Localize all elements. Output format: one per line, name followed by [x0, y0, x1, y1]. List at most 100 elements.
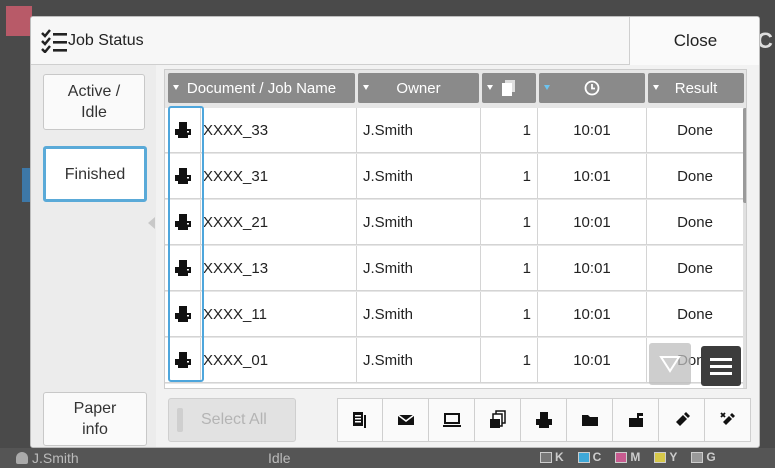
job-list-icon: [41, 29, 67, 53]
clock-icon: [584, 80, 600, 96]
ink-gauge-k: K: [540, 450, 564, 464]
table-header: Document / Job Name Owner Result: [165, 70, 746, 106]
machine-status: Idle: [268, 450, 291, 466]
job-result: Done: [677, 121, 713, 139]
mailbox-button[interactable]: [613, 398, 659, 442]
job-result: Done: [677, 213, 713, 231]
job-time: 10:01: [538, 246, 647, 290]
action-bar: [337, 398, 751, 442]
menu-button[interactable]: [701, 346, 741, 386]
tab-active-idle[interactable]: Active / Idle: [43, 74, 145, 130]
triangle-down-icon: [659, 356, 681, 373]
folder-icon: [581, 415, 598, 426]
print-copies-icon: [489, 410, 506, 428]
job-owner: J.Smith: [357, 292, 481, 336]
paper-info-button[interactable]: Paper info: [43, 392, 147, 446]
column-header-name[interactable]: Document / Job Name: [168, 73, 355, 103]
job-printer-icon: [165, 246, 201, 290]
job-copies: 1: [481, 200, 538, 244]
job-owner: J.Smith: [357, 338, 481, 382]
scroll-down-button[interactable]: [649, 343, 691, 385]
folder-button[interactable]: [567, 398, 613, 442]
job-result: Done: [677, 259, 713, 277]
menu-icon: [710, 357, 732, 361]
select-all-button[interactable]: Select All: [168, 398, 296, 442]
tab-finished[interactable]: Finished: [43, 146, 147, 202]
job-name: XXXX_13: [201, 246, 357, 290]
mailbox-icon: [628, 413, 643, 427]
job-time: 10:01: [538, 108, 647, 152]
usb-remove-button[interactable]: [705, 398, 751, 442]
tab-finished-label: Finished: [64, 165, 126, 183]
print-button[interactable]: [521, 398, 567, 442]
job-printer-icon: [165, 200, 201, 244]
pc-button[interactable]: [429, 398, 475, 442]
ink-gauge-m: M: [615, 450, 640, 464]
table-row[interactable]: XXXX_13 J.Smith 1 10:01 Done: [165, 246, 746, 291]
job-table: Document / Job Name Owner Result XXXX_33…: [164, 69, 747, 389]
ink-gauge-c: C: [577, 450, 601, 464]
job-copies: 1: [481, 292, 538, 336]
app-logo: [6, 6, 32, 36]
left-tab-panel: Active / Idle Finished Paper info: [31, 65, 156, 447]
job-copies: 1: [481, 338, 538, 382]
job-copies: 1: [481, 154, 538, 198]
table-row[interactable]: XXXX_31 J.Smith 1 10:01 Done: [165, 154, 746, 199]
job-time: 10:01: [538, 200, 647, 244]
ink-gauge-g: G: [691, 450, 716, 464]
ink-gauge-y: Y: [654, 450, 677, 464]
column-header-owner[interactable]: Owner: [358, 73, 479, 103]
job-name: XXXX_11: [201, 292, 357, 336]
usb-icon: [675, 412, 690, 426]
job-name: XXXX_21: [201, 200, 357, 244]
job-result: Done: [677, 305, 713, 323]
job-owner: J.Smith: [357, 108, 481, 152]
table-row[interactable]: XXXX_11 J.Smith 1 10:01 Done: [165, 292, 746, 337]
usb-button[interactable]: [659, 398, 705, 442]
select-indicator-icon: [177, 408, 183, 432]
close-button[interactable]: Close: [629, 17, 759, 65]
job-printer-icon: [165, 154, 201, 198]
status-user-name: J.Smith: [32, 450, 79, 466]
pc-icon: [442, 413, 461, 427]
job-time: 10:01: [538, 338, 647, 382]
job-owner: J.Smith: [357, 246, 481, 290]
job-name: XXXX_33: [201, 108, 357, 152]
job-copies: 1: [481, 108, 538, 152]
job-name: XXXX_01: [201, 338, 357, 382]
table-scrollbar[interactable]: [743, 108, 746, 388]
copy-button[interactable]: [337, 398, 383, 442]
table-row[interactable]: XXXX_21 J.Smith 1 10:01 Done: [165, 200, 746, 245]
select-all-label: Select All: [201, 411, 267, 428]
usb-remove-icon: [719, 412, 735, 425]
mail-button[interactable]: [383, 398, 429, 442]
document-stack-icon: [502, 80, 515, 96]
dialog-titlebar: Job Status Close: [31, 17, 759, 65]
paper-info-label: Paper info: [73, 400, 117, 438]
job-printer-icon: [165, 338, 201, 382]
scroll-thumb[interactable]: [743, 108, 746, 203]
job-time: 10:01: [538, 154, 647, 198]
ink-gauges: K C M Y G: [540, 450, 716, 464]
job-name: XXXX_31: [201, 154, 357, 198]
job-printer-icon: [165, 108, 201, 152]
job-result: Done: [677, 167, 713, 185]
job-status-dialog: Job Status Close Active / Idle Finished …: [30, 16, 760, 448]
column-header-copies[interactable]: [482, 73, 536, 103]
tab-active-idle-label: Active / Idle: [67, 83, 121, 121]
column-header-result[interactable]: Result: [648, 73, 744, 103]
column-header-time[interactable]: [539, 73, 645, 103]
background-tab: [22, 168, 30, 202]
job-owner: J.Smith: [357, 200, 481, 244]
dialog-title: Job Status: [68, 32, 144, 49]
job-printer-icon: [165, 292, 201, 336]
job-time: 10:01: [538, 292, 647, 336]
job-copies: 1: [481, 246, 538, 290]
print-copies-button[interactable]: [475, 398, 521, 442]
mail-icon: [397, 414, 414, 425]
user-icon: [16, 452, 28, 464]
printer-icon: [535, 412, 552, 428]
table-row[interactable]: XXXX_33 J.Smith 1 10:01 Done: [165, 108, 746, 153]
status-user: J.Smith: [16, 450, 79, 466]
job-owner: J.Smith: [357, 154, 481, 198]
